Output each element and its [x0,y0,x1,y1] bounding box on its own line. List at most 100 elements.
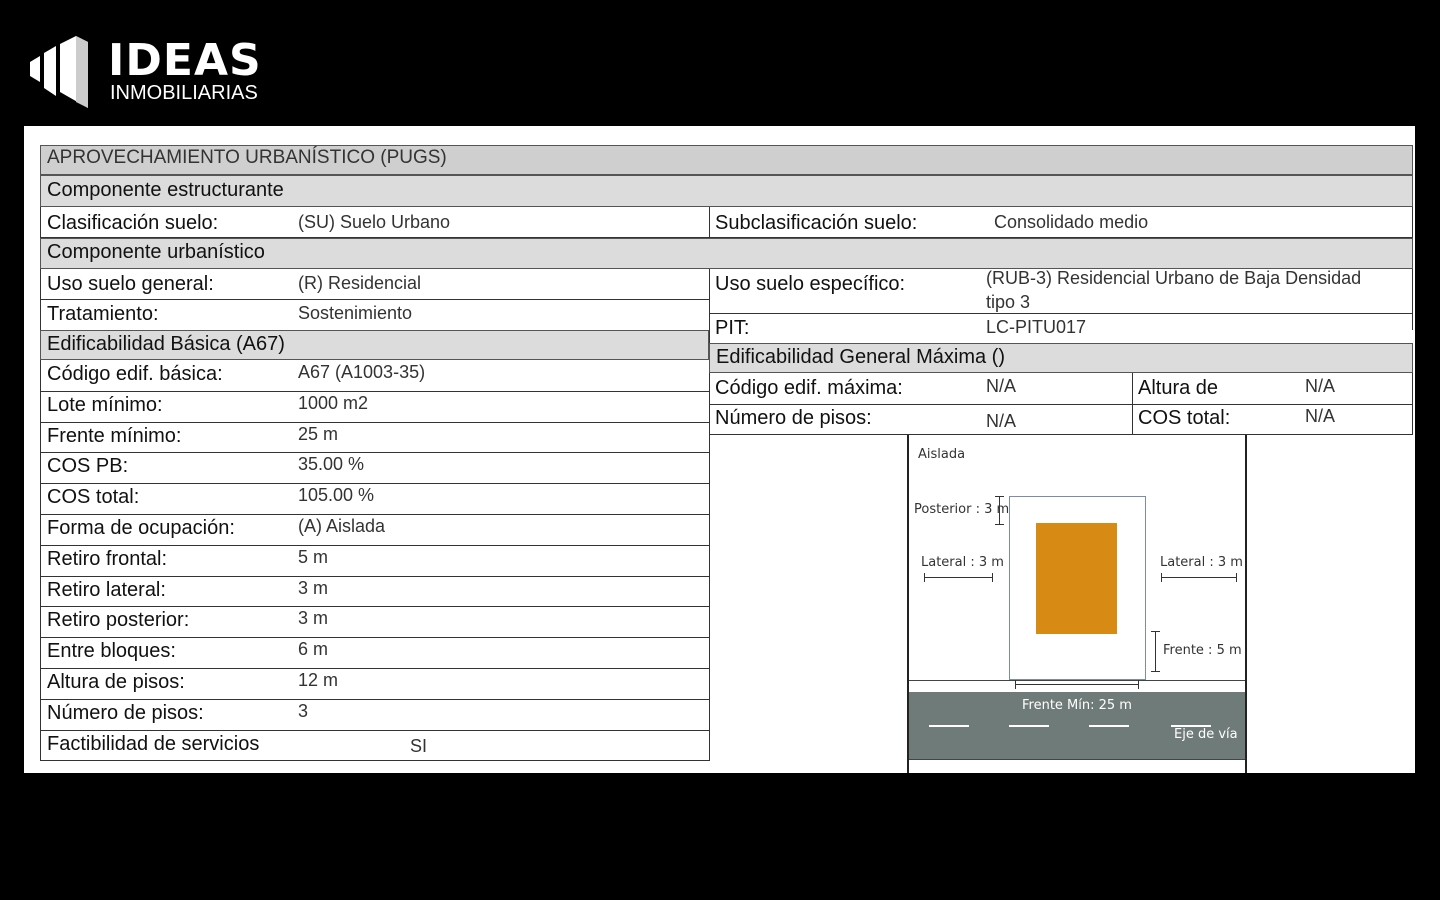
left-dimension-line [924,577,992,578]
basic-row-value: 12 m [298,670,339,690]
basic-row-label: Retiro frontal: [47,548,168,570]
subclassification-value: Consolidado medio [994,212,1149,232]
max-height-label: Altura de [1138,377,1219,399]
basic-row-label: Forma de ocupación: [47,517,235,539]
row-divider [40,514,710,515]
brand-name: IDEAS [108,35,262,86]
basic-row-value: 35.00 % [298,454,365,474]
setback-diagram: Aislada Posterior : 3 m Lateral : 3 m La… [907,435,1247,773]
basic-row-label: Lote mínimo: [47,394,163,416]
basic-row-label: Factibilidad de servicios [47,733,260,755]
sheet-title-bar: APROVECHAMIENTO URBANÍSTICO (PUGS) [40,145,1413,175]
basic-row-label: COS PB: [47,455,129,477]
max-cos-label: COS total: [1138,407,1231,429]
left-dimension-tick [992,573,993,582]
front-dimension-tick [1151,671,1160,672]
road: Frente Mín: 25 m Eje de vía [909,692,1245,759]
rear-setback-label: Posterior : 3 m [914,502,1010,517]
row-divider [40,483,710,484]
right-dimension-line [1161,577,1237,578]
general-use-label: Uso suelo general: [47,273,214,295]
basic-row-label: Retiro posterior: [47,609,190,631]
lane-marking [1009,725,1049,727]
classification-label: Clasificación suelo: [47,212,219,234]
front-dimension-tick [1151,631,1160,632]
left-dimension-tick [924,573,925,582]
pit-value: LC-PITU017 [986,317,1087,337]
basic-row-label: Altura de pisos: [47,671,185,693]
building-footprint [1036,523,1117,634]
basic-row-value: 25 m [298,424,339,444]
row-divider [40,760,710,761]
row-divider [40,576,710,577]
zoning-sheet: APROVECHAMIENTO URBANÍSTICO (PUGS) Compo… [24,126,1415,773]
front-dimension-line [1155,631,1156,671]
row-divider [40,545,710,546]
front-setback-label: Frente : 5 m [1163,643,1242,658]
max-floors-value: N/A [986,411,1017,431]
max-code-label: Código edif. máxima: [715,377,903,399]
structural-bar: Componente estructurante [40,175,1413,207]
min-frontage-tick [1015,680,1016,689]
basic-row-value: 105.00 % [298,485,375,505]
row-divider [40,730,710,731]
max-code-value: N/A [986,376,1017,396]
row-divider [40,699,710,700]
min-frontage-tick [1138,680,1139,689]
basic-row-value: 1000 m2 [298,393,369,413]
urban-bar: Componente urbanístico [40,238,1413,269]
basic-row-label: Código edif. básica: [47,363,223,385]
row-divider [40,391,710,392]
basic-row-value: 3 m [298,578,329,598]
basic-row-value: A67 (A1003-35) [298,362,426,382]
sidewalk-edge [909,680,1245,681]
row-divider [40,422,710,423]
treatment-label: Tratamiento: [47,303,159,325]
basic-row-value: SI [410,736,428,756]
max-buildability-title: Edificabilidad General Máxima () [716,346,1006,368]
divider [709,313,1413,314]
building-logo-icon [30,36,88,108]
rear-dimension-line [999,496,1000,524]
lane-marking [1089,725,1129,727]
max-cos-value: N/A [1305,406,1336,426]
min-frontage-label: Frente Mín: 25 m [1022,698,1132,713]
subclassification-label: Subclasificación suelo: [715,212,918,234]
basic-row-value: (A) Aislada [298,516,386,536]
specific-use-value-line2: tipo 3 [986,292,1031,312]
lane-marking [929,725,969,727]
basic-row-label: Número de pisos: [47,702,204,724]
basic-row-label: Retiro lateral: [47,579,166,601]
right-dimension-tick [1236,573,1237,582]
brand-logo: IDEAS INMOBILIARIAS [30,36,270,110]
right-dimension-tick [1161,573,1162,582]
right-side-setback-label: Lateral : 3 m [1160,555,1243,570]
row-divider [40,668,710,669]
basic-buildability-title: Edificabilidad Básica (A67) [47,333,285,355]
min-frontage-line [1015,684,1139,685]
basic-row-value: 3 [298,701,309,721]
urban-title: Componente urbanístico [47,241,265,263]
row-divider [40,637,710,638]
max-floors-label: Número de pisos: [715,407,872,429]
divider [1132,373,1133,435]
occupancy-type-label: Aislada [918,447,966,462]
basic-row-label: Entre bloques: [47,640,176,662]
row-divider [40,606,710,607]
divider [40,299,709,300]
basic-row-label: Frente mínimo: [47,425,182,447]
basic-row-value: 5 m [298,547,329,567]
pit-label: PIT: [715,317,750,339]
road-axis-label: Eje de vía [1174,727,1238,742]
divider [709,404,1413,405]
max-height-value: N/A [1305,376,1336,396]
divider [709,207,710,238]
specific-use-value-line1: (RUB-3) Residencial Urbano de Baja Densi… [986,268,1362,288]
max-buildability-bar: Edificabilidad General Máxima () [709,343,1413,373]
specific-use-label: Uso suelo específico: [715,273,906,295]
left-side-setback-label: Lateral : 3 m [921,555,1004,570]
sheet-title: APROVECHAMIENTO URBANÍSTICO (PUGS) [47,147,447,168]
structural-title: Componente estructurante [47,179,284,201]
row-divider [40,452,710,453]
road-edge [909,759,1245,760]
